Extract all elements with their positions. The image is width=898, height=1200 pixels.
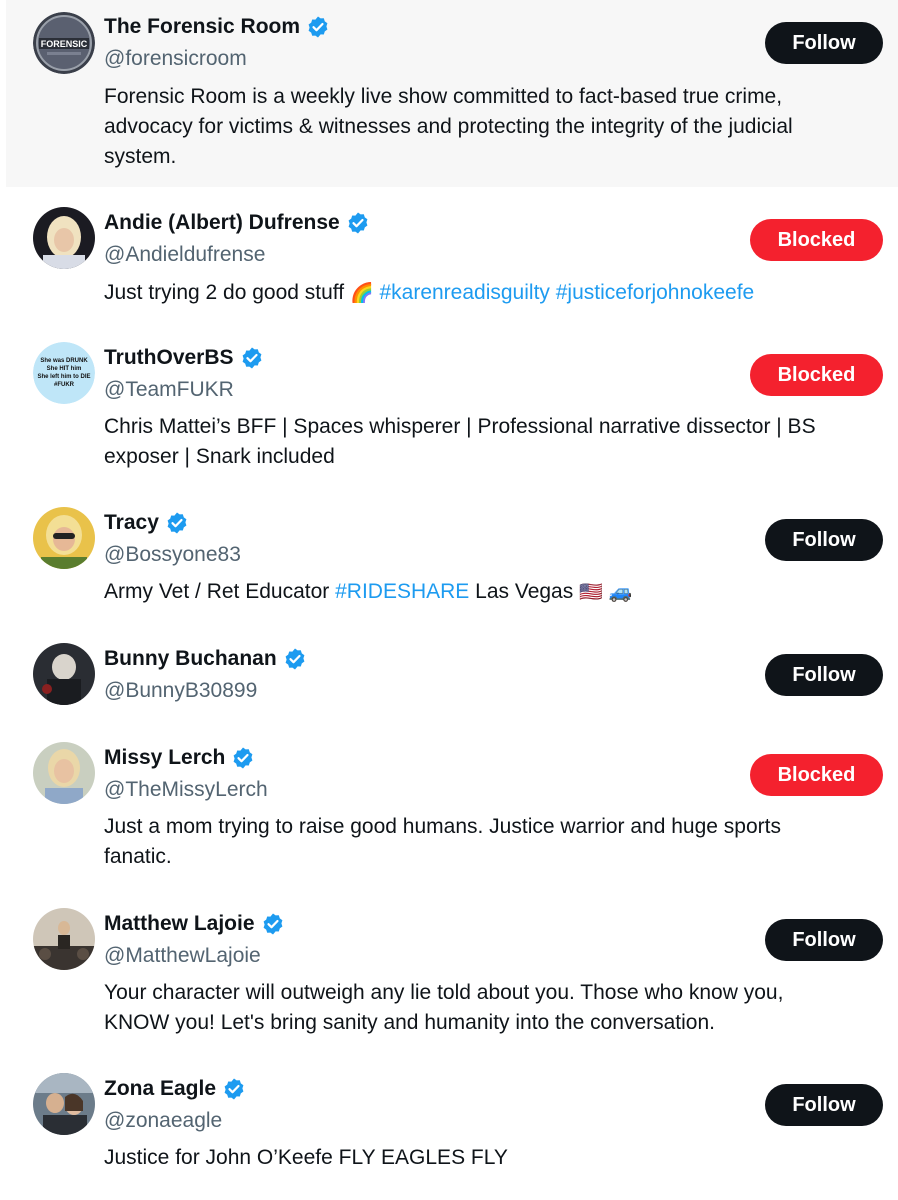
verified-badge-icon (242, 347, 261, 369)
bio-text: Las Vegas (475, 580, 574, 603)
avatar[interactable] (33, 1073, 95, 1135)
hashtag-link[interactable]: #RIDESHARE (335, 580, 469, 603)
follow-button[interactable]: Follow (765, 919, 883, 961)
display-name[interactable]: The Forensic Room (104, 15, 300, 39)
blocked-button[interactable]: Blocked (750, 354, 883, 396)
verified-badge-icon (308, 16, 328, 38)
display-name[interactable]: Tracy (104, 511, 159, 535)
bio-line: KNOW you! Let's bring sanity and humanit… (104, 1011, 715, 1034)
bio: Army Vet / Ret Educator #RIDESHARE Las V… (104, 577, 884, 607)
display-name[interactable]: Bunny Buchanan (104, 647, 277, 671)
avatar-logo-text: FORENSIC (41, 39, 88, 49)
user-cell-forensicroom[interactable]: FORENSIC The Forensic Room @forensicroom… (6, 0, 898, 187)
verified-badge-icon (348, 212, 368, 234)
handle[interactable]: @forensicroom (104, 47, 247, 71)
blocked-button[interactable]: Blocked (750, 219, 883, 261)
display-name[interactable]: Andie (Albert) Dufrense (104, 211, 340, 235)
bio: Justice for John O’Keefe FLY EAGLES FLY (104, 1143, 884, 1173)
user-cell-zonaeagle[interactable]: Zona Eagle @zonaeagle Justice for John O… (6, 1057, 898, 1200)
bio-text: Army Vet / Ret Educator (104, 580, 330, 603)
blocked-button[interactable]: Blocked (750, 754, 883, 796)
bio: Just trying 2 do good stuff 🌈 #karenread… (104, 278, 884, 308)
user-cell-bunnyb30899[interactable]: Bunny Buchanan @BunnyB30899 Follow (6, 622, 898, 727)
bio: Forensic Room is a weekly live show comm… (104, 82, 884, 172)
avatar[interactable]: FORENSIC (33, 12, 95, 74)
name-row: Andie (Albert) Dufrense (104, 209, 370, 237)
handle[interactable]: @BunnyB30899 (104, 679, 257, 703)
bio: Chris Mattei’s BFF | Spaces whisperer | … (104, 412, 884, 472)
bio-line: system. (104, 145, 177, 168)
user-cell-andieldufrense[interactable]: Andie (Albert) Dufrense @Andieldufrense … (6, 187, 898, 322)
display-name[interactable]: TruthOverBS (104, 346, 234, 370)
name-row: Missy Lerch (104, 744, 255, 772)
user-cell-matthewlajoie[interactable]: Matthew Lajoie @MatthewLajoie Your chara… (6, 892, 898, 1057)
verified-badge-icon (263, 913, 282, 935)
user-cell-themissylerch[interactable]: Missy Lerch @TheMissyLerch Just a mom tr… (6, 727, 898, 892)
car-emoji-icon: 🚙 (608, 581, 633, 603)
avatar-text: She left him to DIE (37, 374, 90, 380)
hashtag-link[interactable]: #justiceforjohnokeefe (556, 281, 754, 304)
bio-line: fanatic. (104, 845, 172, 868)
handle[interactable]: @TheMissyLerch (104, 778, 268, 802)
display-name[interactable]: Missy Lerch (104, 746, 225, 770)
avatar[interactable] (33, 507, 95, 569)
bio-line: Chris Mattei’s BFF | Spaces whisperer | … (104, 415, 816, 438)
name-row: The Forensic Room (104, 13, 330, 41)
name-row: Tracy (104, 509, 189, 537)
follow-button[interactable]: Follow (765, 519, 883, 561)
avatar[interactable] (33, 207, 95, 269)
bio-line: Just a mom trying to raise good humans. … (104, 815, 781, 838)
follow-button[interactable]: Follow (765, 654, 883, 696)
avatar-text: She was DRUNK (40, 358, 88, 364)
name-row: TruthOverBS (104, 344, 264, 372)
display-name[interactable]: Zona Eagle (104, 1077, 216, 1101)
hashtag-link[interactable]: #karenreadisguilty (379, 281, 549, 304)
handle[interactable]: @MatthewLajoie (104, 944, 261, 968)
bio-line: advocacy for victims & witnesses and pro… (104, 115, 793, 138)
bio: Just a mom trying to raise good humans. … (104, 812, 884, 872)
handle[interactable]: @Bossyone83 (104, 543, 241, 567)
bio-line: exposer | Snark included (104, 445, 335, 468)
avatar[interactable] (33, 643, 95, 705)
verified-badge-icon (233, 747, 253, 769)
bio-line: Forensic Room is a weekly live show comm… (104, 85, 783, 108)
follow-button[interactable]: Follow (765, 1084, 883, 1126)
user-cell-teamfukr[interactable]: She was DRUNK She HIT him She left him t… (6, 322, 898, 487)
verified-badge-icon (167, 512, 187, 534)
avatar[interactable] (33, 742, 95, 804)
name-row: Matthew Lajoie (104, 910, 285, 938)
name-row: Bunny Buchanan (104, 645, 307, 673)
verified-badge-icon (224, 1078, 244, 1100)
us-flag-emoji-icon: 🇺🇸 (579, 581, 603, 603)
bio-line: Your character will outweigh any lie tol… (104, 981, 784, 1004)
handle[interactable]: @Andieldufrense (104, 243, 265, 267)
avatar[interactable]: She was DRUNK She HIT him She left him t… (33, 342, 95, 404)
handle[interactable]: @zonaeagle (104, 1109, 222, 1133)
display-name[interactable]: Matthew Lajoie (104, 912, 255, 936)
handle[interactable]: @TeamFUKR (104, 378, 234, 402)
avatar[interactable] (33, 908, 95, 970)
user-cell-bossyone83[interactable]: Tracy @Bossyone83 Army Vet / Ret Educato… (6, 487, 898, 622)
bio: Your character will outweigh any lie tol… (104, 978, 884, 1038)
verified-badge-icon (285, 648, 305, 670)
bio-line: Justice for John O’Keefe FLY EAGLES FLY (104, 1146, 508, 1169)
name-row: Zona Eagle (104, 1075, 246, 1103)
bio-text: Just trying 2 do good stuff (104, 281, 345, 304)
avatar-text: #FUKR (54, 382, 75, 388)
follow-button[interactable]: Follow (765, 22, 883, 64)
avatar-text: She HIT him (47, 366, 82, 372)
rainbow-emoji-icon: 🌈 (349, 282, 374, 304)
